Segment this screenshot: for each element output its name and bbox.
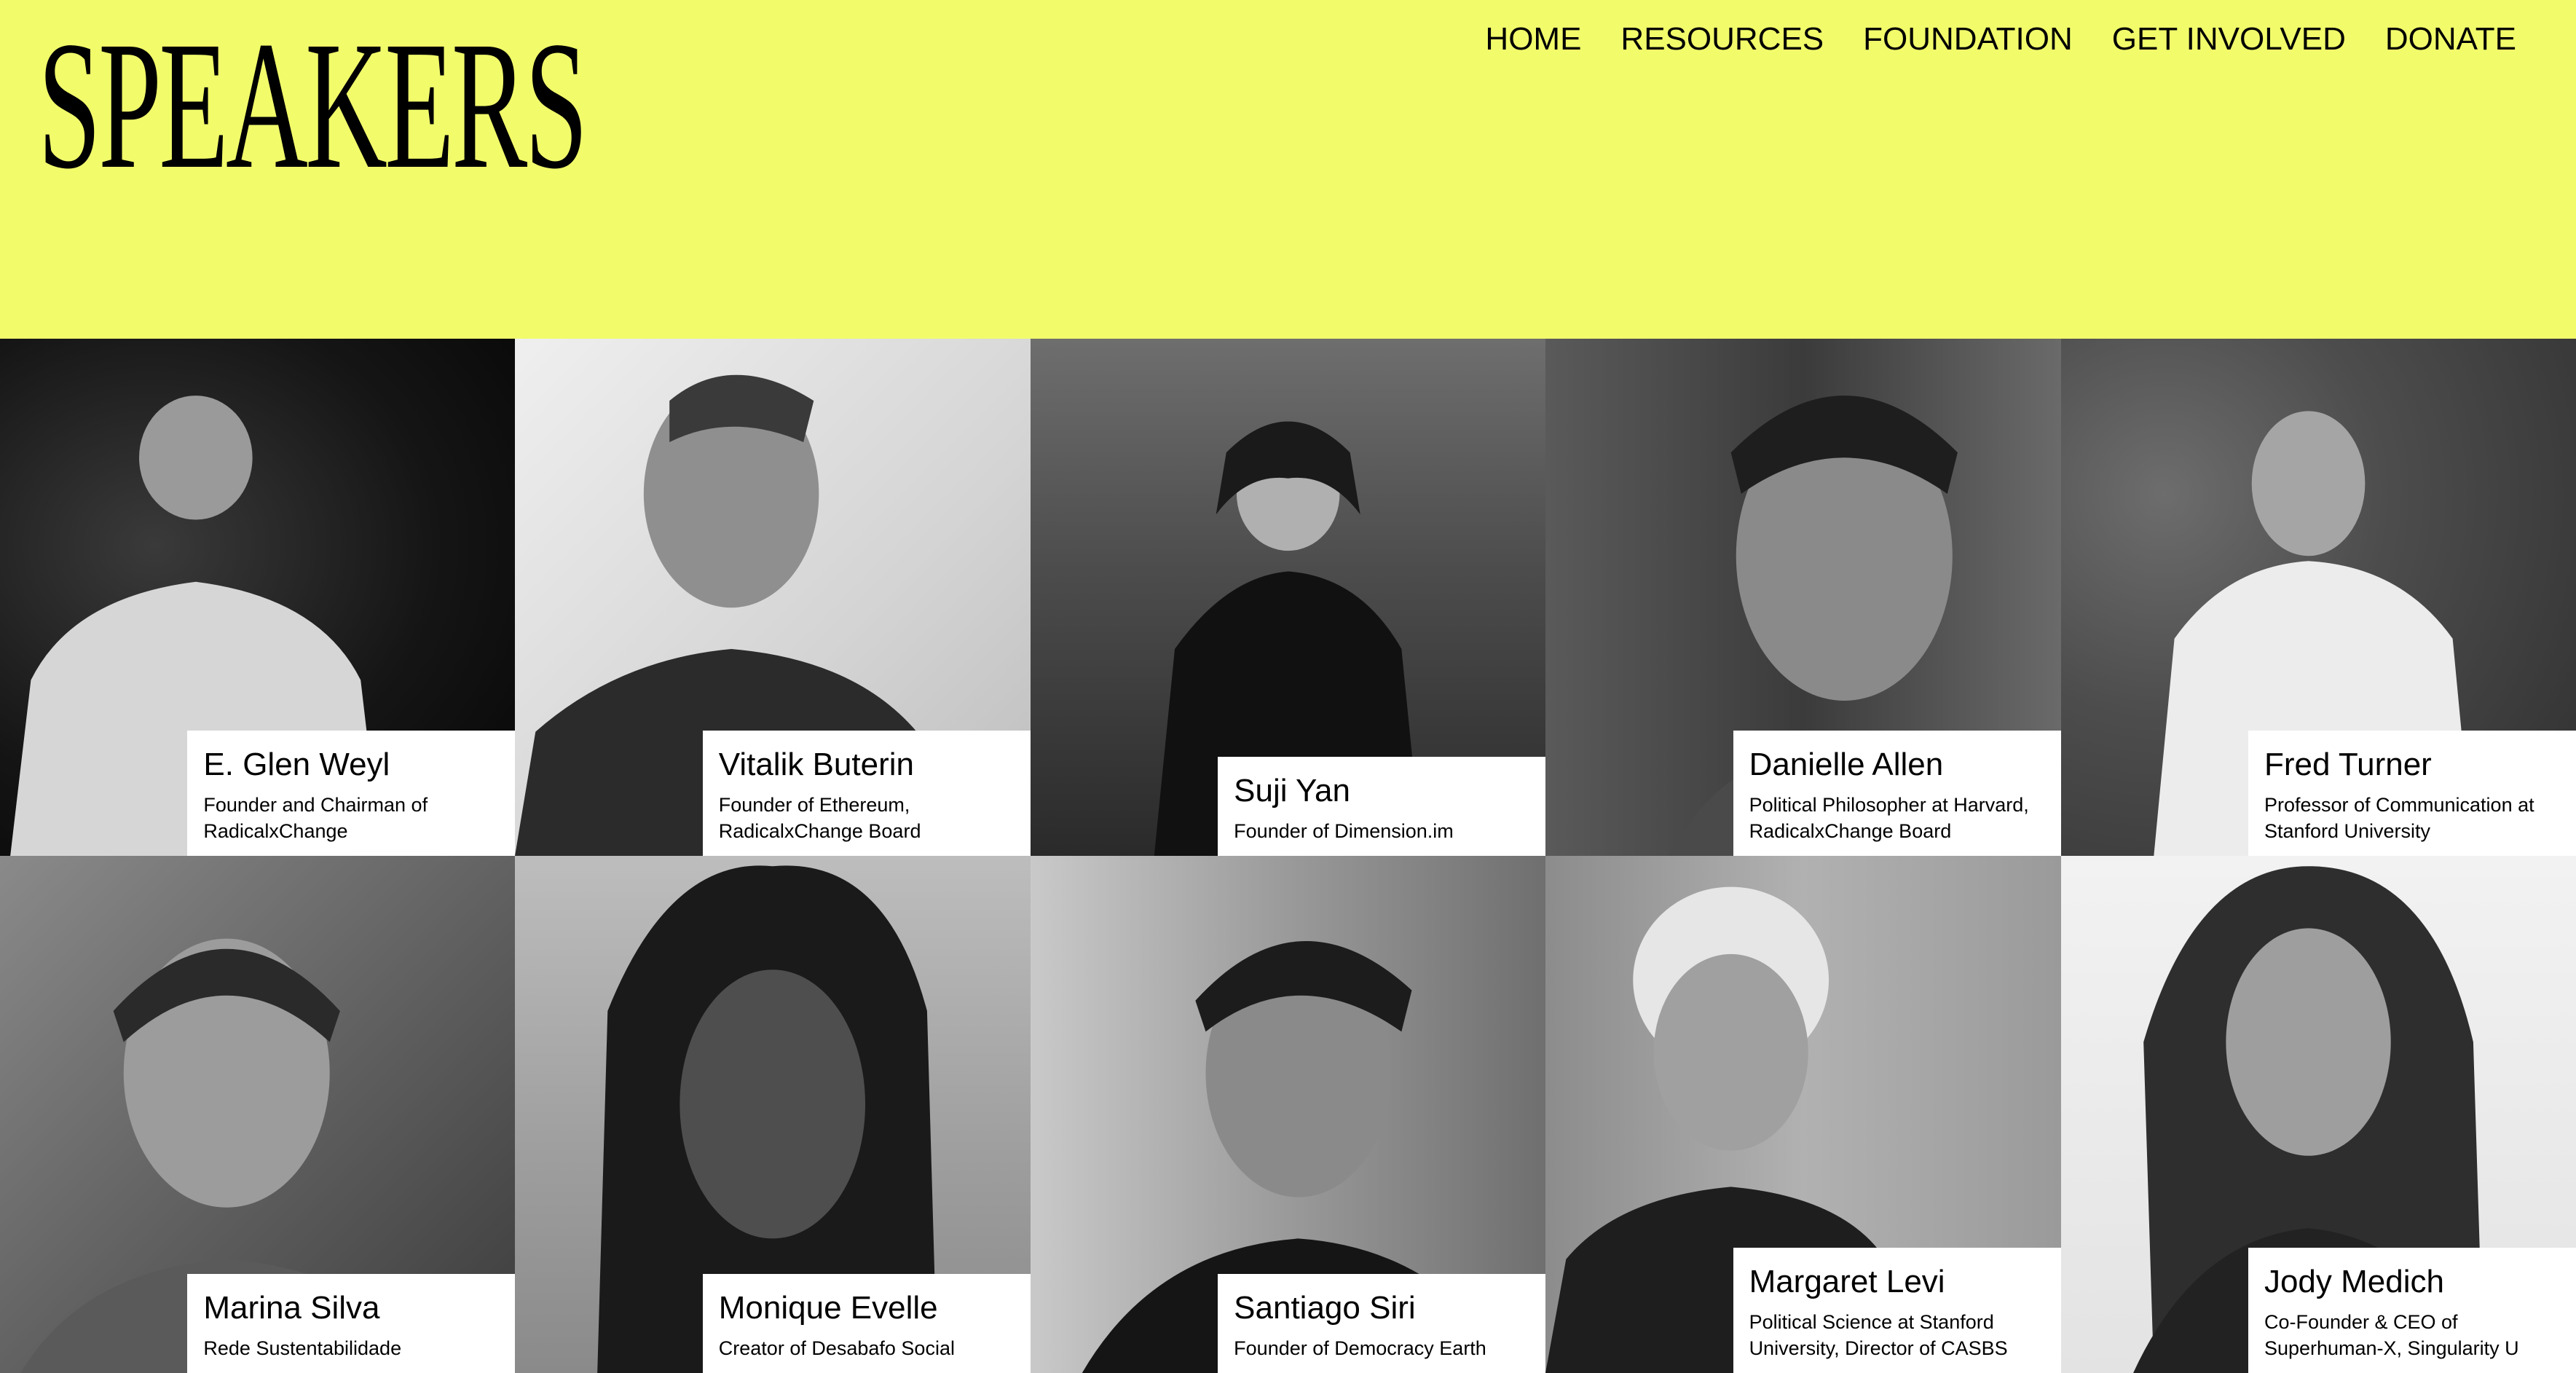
speaker-name: Margaret Levi (1749, 1264, 1945, 1299)
speaker-card-glen-weyl[interactable]: E. Glen Weyl Founder and Chairman of Rad… (0, 339, 516, 856)
speaker-caption: Marina Silva Rede Sustentabilidade (187, 1274, 516, 1373)
speaker-name: Danielle Allen (1749, 747, 1944, 782)
speaker-card-margaret-levi[interactable]: Margaret Levi Political Science at Stanf… (1545, 856, 2061, 1373)
main-nav: HOME RESOURCES FOUNDATION GET INVOLVED D… (1485, 20, 2516, 58)
speaker-caption: Fred Turner Professor of Communication a… (2248, 731, 2576, 856)
speaker-name: Suji Yan (1234, 773, 1350, 809)
speaker-name: E. Glen Weyl (203, 747, 390, 782)
speaker-caption: Vitalik Buterin Founder of Ethereum, Rad… (702, 731, 1031, 856)
speaker-card-suji-yan[interactable]: Suji Yan Founder of Dimension.im (1030, 339, 1546, 856)
speaker-caption: Suji Yan Founder of Dimension.im (1218, 757, 1546, 856)
speaker-name: Jody Medich (2264, 1264, 2444, 1299)
speaker-card-santiago-siri[interactable]: Santiago Siri Founder of Democracy Earth (1030, 856, 1546, 1373)
page-title: SPEAKERS (38, 3, 588, 207)
speaker-card-jody-medich[interactable]: Jody Medich Co-Founder & CEO of Superhum… (2060, 856, 2576, 1373)
speaker-role: Political Science at Stanford University… (1749, 1311, 2008, 1359)
speaker-caption: Jody Medich Co-Founder & CEO of Superhum… (2248, 1248, 2576, 1373)
speaker-name: Fred Turner (2264, 747, 2432, 782)
speaker-role: Political Philosopher at Harvard, Radica… (1749, 794, 2029, 842)
speaker-role: Founder of Ethereum, RadicalxChange Boar… (718, 794, 921, 842)
nav-resources-link[interactable]: RESOURCES (1620, 20, 1824, 58)
speaker-caption: Santiago Siri Founder of Democracy Earth (1218, 1274, 1546, 1373)
speaker-caption: Monique Evelle Creator of Desabafo Socia… (702, 1274, 1031, 1373)
nav-donate-link[interactable]: DONATE (2385, 20, 2516, 58)
page-header: SPEAKERS HOME RESOURCES FOUNDATION GET I… (0, 0, 2576, 339)
speaker-role: Founder of Dimension.im (1234, 820, 1454, 842)
speaker-caption: E. Glen Weyl Founder and Chairman of Rad… (187, 731, 516, 856)
nav-foundation-link[interactable]: FOUNDATION (1863, 20, 2073, 58)
speaker-role: Co-Founder & CEO of Superhuman-X, Singul… (2264, 1311, 2519, 1359)
speaker-role: Creator of Desabafo Social (718, 1337, 955, 1359)
speaker-name: Vitalik Buterin (718, 747, 914, 782)
speaker-card-marina-silva[interactable]: Marina Silva Rede Sustentabilidade (0, 856, 516, 1373)
speaker-caption: Danielle Allen Political Philosopher at … (1733, 731, 2061, 856)
speaker-role: Professor of Communication at Stanford U… (2264, 794, 2534, 842)
nav-home-link[interactable]: HOME (1485, 20, 1581, 58)
speaker-name: Monique Evelle (718, 1290, 938, 1326)
speaker-card-fred-turner[interactable]: Fred Turner Professor of Communication a… (2060, 339, 2576, 856)
speaker-role: Rede Sustentabilidade (203, 1337, 402, 1359)
speaker-caption: Margaret Levi Political Science at Stanf… (1733, 1248, 2061, 1373)
speakers-grid: E. Glen Weyl Founder and Chairman of Rad… (0, 339, 2576, 1373)
speaker-role: Founder and Chairman of RadicalxChange (203, 794, 428, 842)
speaker-name: Santiago Siri (1234, 1290, 1416, 1326)
speaker-card-vitalik-buterin[interactable]: Vitalik Buterin Founder of Ethereum, Rad… (515, 339, 1031, 856)
nav-get-involved-link[interactable]: GET INVOLVED (2112, 20, 2346, 58)
speaker-card-danielle-allen[interactable]: Danielle Allen Political Philosopher at … (1545, 339, 2061, 856)
speaker-card-monique-evelle[interactable]: Monique Evelle Creator of Desabafo Socia… (515, 856, 1031, 1373)
speaker-role: Founder of Democracy Earth (1234, 1337, 1486, 1359)
speaker-name: Marina Silva (203, 1290, 380, 1326)
